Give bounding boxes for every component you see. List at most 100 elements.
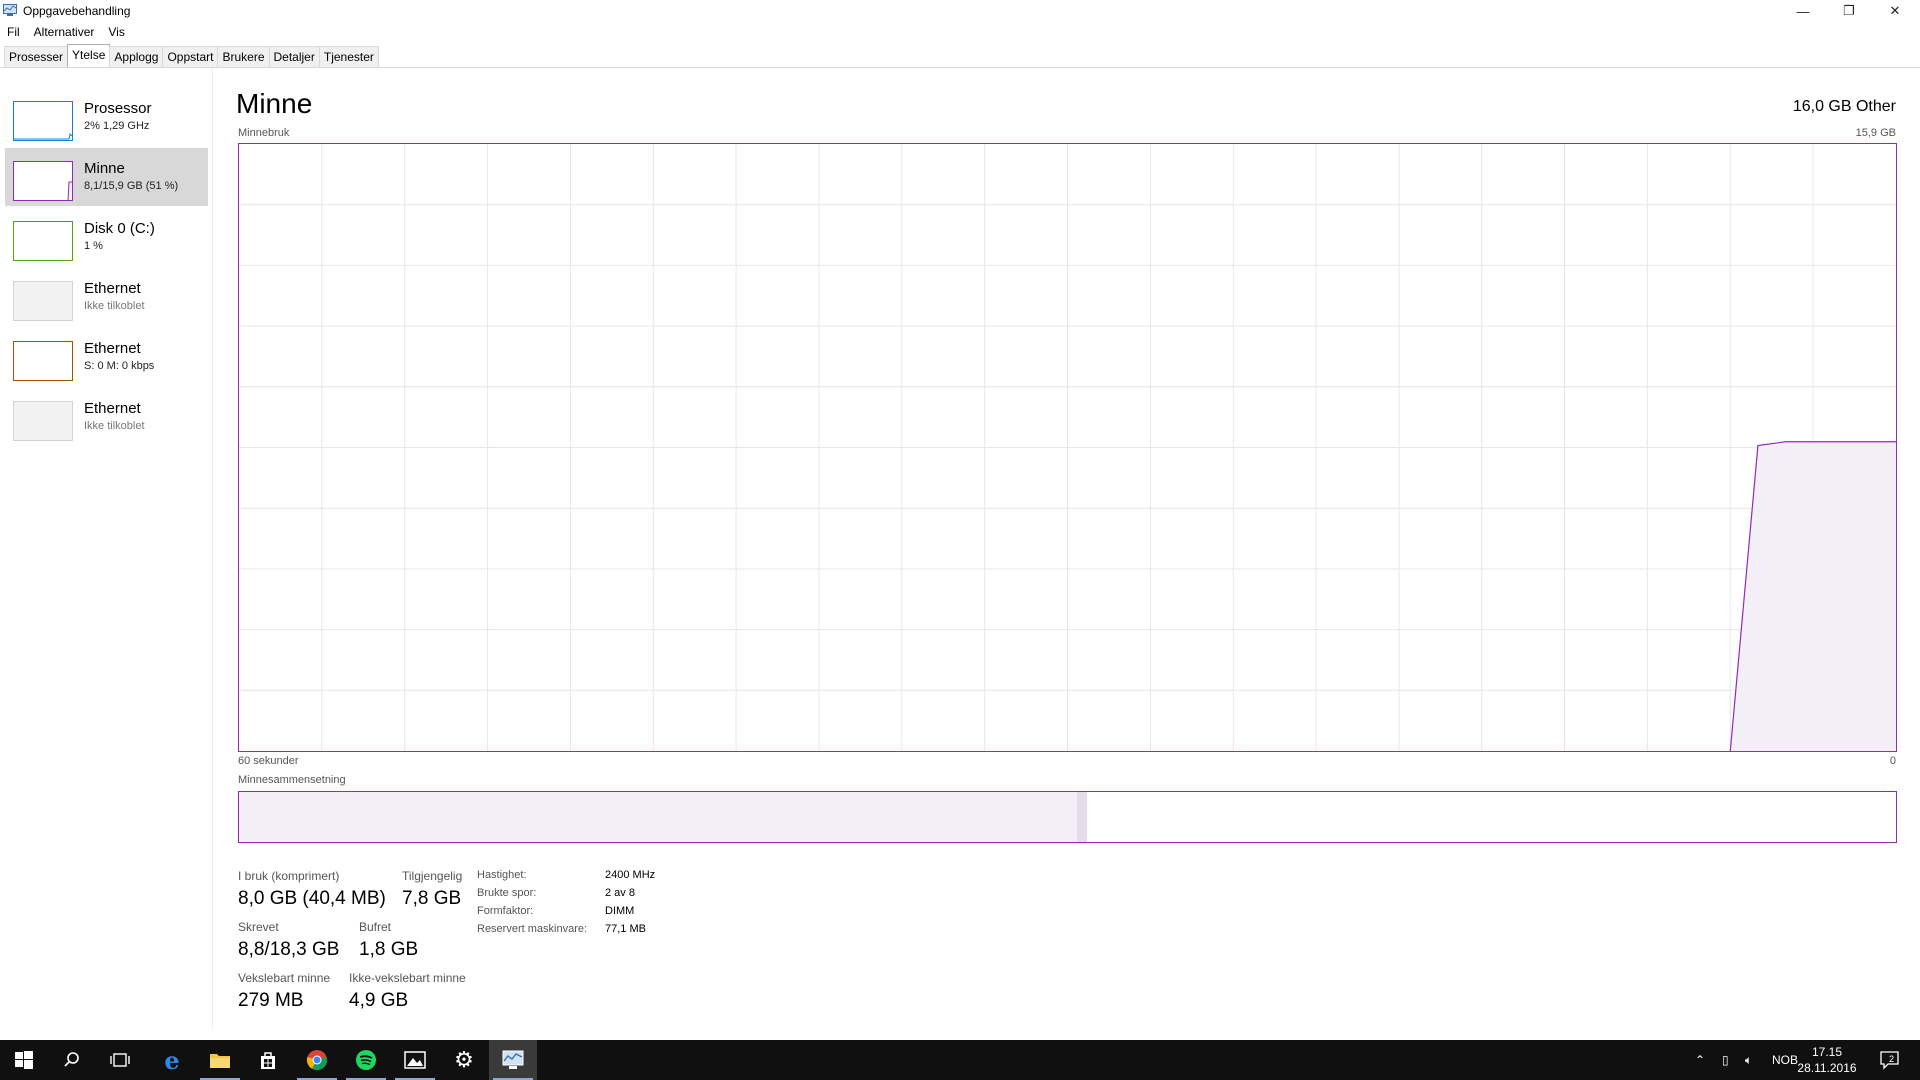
battery-icon: ▯ — [1722, 1053, 1729, 1067]
menu-file[interactable]: Fil — [0, 22, 27, 42]
graph-max-label: 15,9 GB — [1855, 127, 1896, 139]
store-bag-icon — [261, 1052, 275, 1069]
sidebar-item-label: Ethernet — [84, 400, 141, 417]
sidebar-item-sub: Ikke tilkoblet — [84, 420, 145, 432]
memory-usage-chart — [239, 144, 1896, 751]
task-manager-taskbar-button[interactable] — [489, 1040, 537, 1080]
composition-standby — [1087, 792, 1262, 842]
menu-view[interactable]: Vis — [101, 22, 131, 42]
hardware-reserved-value: 77,1 MB — [605, 923, 646, 935]
close-icon: ✕ — [1889, 3, 1901, 18]
sidebar-item-label: Disk 0 (C:) — [84, 220, 155, 237]
photos-app-button[interactable] — [391, 1040, 439, 1080]
notification-count: 2 — [1889, 1054, 1895, 1064]
speaker-icon: 🔈︎ — [1745, 1052, 1753, 1067]
windows-logo-icon — [15, 1051, 33, 1069]
tab-services[interactable]: Tjenester — [318, 46, 379, 67]
sidebar-item-sub: 8,1/15,9 GB (51 %) — [84, 180, 179, 192]
sidebar-item-cpu[interactable]: Prosessor 2% 1,29 GHz — [5, 88, 208, 146]
taskbar: e ⚙ ⌃ ▯ 🔈︎ NOB 17.15 28.11.2016 2 — [0, 1040, 1920, 1080]
settings-app-button[interactable]: ⚙ — [440, 1040, 488, 1080]
in-use-label: I bruk (komprimert) — [238, 869, 340, 883]
graph-label: Minnebruk — [238, 127, 290, 139]
restore-button[interactable]: ❐ — [1826, 0, 1872, 22]
edge-app-button[interactable]: e — [148, 1040, 196, 1080]
tab-app-history[interactable]: Applogg — [109, 46, 164, 67]
store-app-button[interactable] — [244, 1040, 292, 1080]
speed-value: 2400 MHz — [605, 869, 656, 881]
page-title: Minne — [236, 88, 313, 119]
paged-pool-value: 279 MB — [238, 990, 304, 1011]
memory-capacity: 16,0 GB Other — [1792, 98, 1896, 115]
taskbar-clock[interactable]: 17.15 28.11.2016 — [1792, 1044, 1862, 1076]
sidebar-item-label: Prosessor — [84, 100, 152, 117]
show-hidden-icons-button[interactable]: ⌃ — [1695, 1040, 1705, 1080]
tray-volume[interactable]: 🔈︎ — [1745, 1040, 1752, 1080]
sidebar-item-label: Ethernet — [84, 280, 141, 297]
available-value: 7,8 GB — [402, 888, 462, 909]
cached-value: 1,8 GB — [359, 939, 419, 960]
spotify-app-button[interactable] — [342, 1040, 390, 1080]
start-button[interactable] — [0, 1040, 48, 1080]
clock-time: 17.15 — [1811, 1045, 1843, 1059]
title-bar: Oppgavebehandling — ❐ ✕ — [0, 0, 1920, 22]
ethernet-thumbnail-graph — [13, 341, 73, 381]
sidebar-item-ethernet-3[interactable]: Ethernet Ikke tilkoblet — [5, 388, 208, 446]
search-button[interactable] — [48, 1040, 96, 1080]
memory-usage-graph — [238, 143, 1897, 752]
cached-label: Bufret — [359, 920, 392, 934]
search-icon — [64, 1052, 79, 1067]
tab-users[interactable]: Brukere — [217, 46, 270, 67]
clock-date: 28.11.2016 — [1797, 1061, 1857, 1075]
task-view-icon — [110, 1053, 130, 1067]
nonpaged-pool-label: Ikke-vekslebart minne — [349, 971, 466, 985]
sidebar-item-disk[interactable]: Disk 0 (C:) 1 % — [5, 208, 208, 266]
ethernet-thumbnail-graph — [13, 401, 73, 441]
ethernet-thumbnail-graph — [13, 281, 73, 321]
action-center-button[interactable]: 2 — [1880, 1040, 1902, 1080]
disk-thumbnail-graph — [13, 221, 73, 261]
sidebar-item-sub: S: 0 M: 0 kbps — [84, 360, 155, 372]
cpu-mini-chart — [14, 132, 73, 140]
paged-pool-label: Vekslebart minne — [238, 971, 331, 985]
performance-sidebar: Prosessor 2% 1,29 GHz Minne 8,1/15,9 GB … — [0, 68, 213, 1028]
sidebar-item-sub: 1 % — [84, 240, 103, 252]
minimize-button[interactable]: — — [1780, 0, 1826, 22]
tab-divider — [0, 67, 1920, 68]
memory-usage-area — [1730, 441, 1896, 751]
axis-left-label: 60 sekunder — [238, 755, 299, 767]
edge-icon: e — [164, 1045, 180, 1075]
tab-startup[interactable]: Oppstart — [162, 46, 219, 67]
tab-bar: Prosesser Ytelse Applogg Oppstart Bruker… — [4, 44, 379, 67]
close-button[interactable]: ✕ — [1872, 0, 1918, 22]
tray-battery[interactable]: ▯ — [1722, 1040, 1729, 1080]
sidebar-item-label: Ethernet — [84, 340, 141, 357]
task-view-button[interactable] — [96, 1040, 144, 1080]
menu-options[interactable]: Alternativer — [27, 22, 102, 42]
spotify-icon — [356, 1050, 376, 1070]
chrome-icon — [306, 1050, 328, 1071]
photos-icon — [404, 1051, 426, 1069]
tab-performance[interactable]: Ytelse — [67, 44, 111, 67]
sidebar-item-sub: 2% 1,29 GHz — [84, 120, 150, 132]
sidebar-item-label: Minne — [84, 160, 125, 177]
composition-free — [1261, 792, 1896, 842]
sidebar-item-sub: Ikke tilkoblet — [84, 300, 145, 312]
tab-processes[interactable]: Prosesser — [4, 46, 69, 67]
slots-value: 2 av 8 — [605, 887, 635, 899]
slots-label: Brukte spor: — [477, 887, 537, 899]
committed-label: Skrevet — [238, 920, 279, 934]
form-factor-label: Formfaktor: — [477, 905, 534, 917]
restore-icon: ❐ — [1843, 3, 1855, 18]
in-use-value: 8,0 GB (40,4 MB) — [238, 888, 386, 909]
form-factor-value: DIMM — [605, 905, 635, 917]
speed-label: Hastighet: — [477, 869, 527, 881]
file-explorer-button[interactable] — [196, 1040, 244, 1080]
sidebar-item-memory[interactable]: Minne 8,1/15,9 GB (51 %) — [5, 148, 208, 206]
chrome-app-button[interactable] — [293, 1040, 341, 1080]
sidebar-item-ethernet-2[interactable]: Ethernet S: 0 M: 0 kbps — [5, 328, 208, 386]
sidebar-item-ethernet-1[interactable]: Ethernet Ikke tilkoblet — [5, 268, 208, 326]
chevron-up-icon: ⌃ — [1695, 1053, 1706, 1067]
axis-right-label: 0 — [1889, 755, 1896, 767]
tab-details[interactable]: Detaljer — [268, 46, 320, 67]
